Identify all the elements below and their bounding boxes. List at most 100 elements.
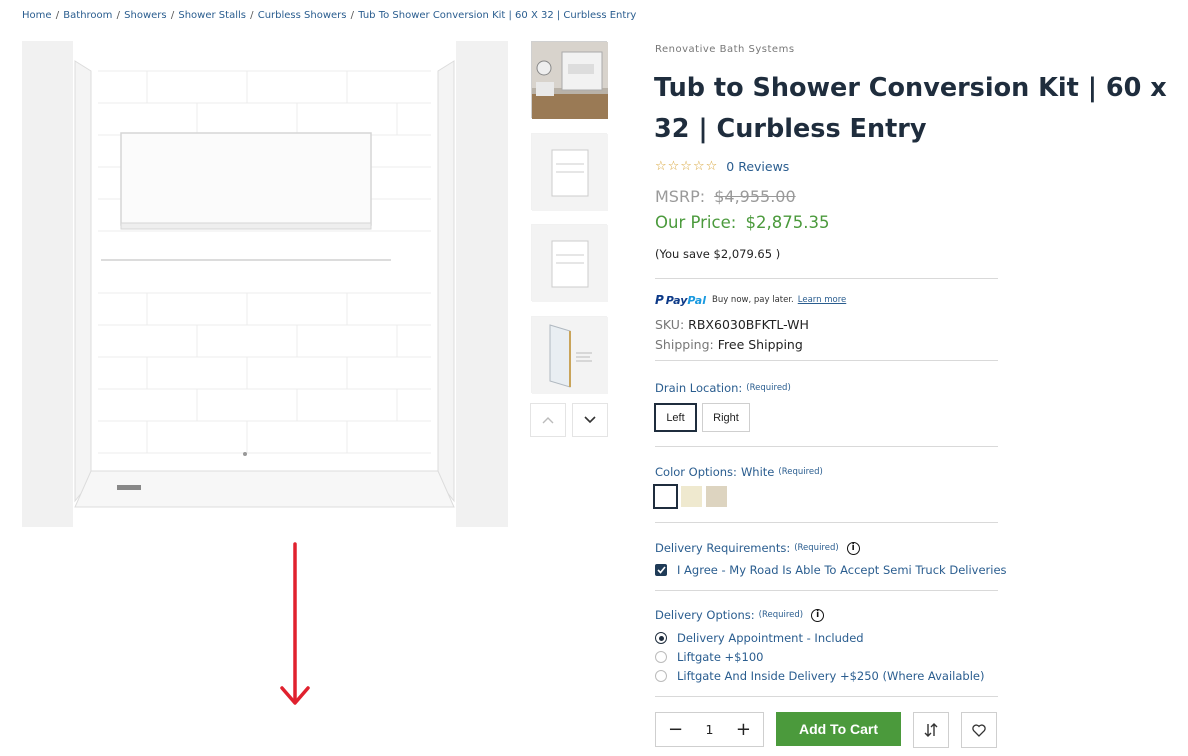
color-swatch-white[interactable] (653, 484, 678, 509)
price-value: $2,875.35 (745, 213, 830, 232)
color-swatch-almond[interactable] (706, 486, 727, 507)
quantity-decrease-button[interactable]: − (668, 720, 683, 739)
price-label: Our Price: (655, 213, 737, 232)
compare-button[interactable] (913, 712, 949, 748)
red-down-arrow-icon (280, 542, 310, 705)
breadcrumb-bathroom[interactable]: Bathroom (63, 10, 112, 21)
required-tag: (Required) (778, 467, 823, 477)
thumbnail-shower-front (532, 134, 608, 211)
delivery-option-liftgate-inside[interactable]: Liftgate And Inside Delivery +$250 (Wher… (655, 669, 984, 683)
breadcrumb-separator: / (250, 10, 254, 21)
agreement-checkbox[interactable] (655, 564, 667, 576)
shipping-row: Shipping: Free Shipping (655, 337, 803, 352)
color-swatch-biscuit[interactable] (681, 486, 702, 507)
sku-value: RBX6030BFKTL-WH (688, 317, 809, 332)
color-options-label: Color Options: White (Required) (655, 465, 823, 479)
brand-name[interactable]: Renovative Bath Systems (655, 44, 795, 55)
shower-kit-image (73, 41, 456, 527)
msrp-value: $4,955.00 (714, 187, 796, 206)
quantity-increase-button[interactable]: + (736, 720, 751, 739)
color-selected-name: White (740, 465, 775, 479)
thumbnail-1[interactable] (531, 41, 608, 119)
divider (655, 446, 998, 447)
required-tag: (Required) (746, 383, 791, 393)
msrp-label: MSRP: (655, 187, 706, 206)
delivery-option-appointment[interactable]: Delivery Appointment - Included (655, 631, 864, 645)
shipping-value: Free Shipping (717, 337, 803, 352)
radio-button[interactable] (655, 632, 667, 644)
add-to-cart-button[interactable]: Add To Cart (776, 712, 901, 746)
savings-text: (You save $2,079.65 ) (655, 247, 781, 261)
delivery-option-liftgate[interactable]: Liftgate +$100 (655, 650, 763, 664)
quantity-stepper: − 1 + (655, 712, 764, 747)
breadcrumb-curbless-showers[interactable]: Curbless Showers (258, 10, 347, 21)
delivery-option-label: Delivery Appointment - Included (677, 631, 864, 645)
required-tag: (Required) (758, 610, 804, 620)
sku-row: SKU: RBX6030BFKTL-WH (655, 317, 809, 332)
required-tag: (Required) (794, 543, 839, 553)
breadcrumb-separator: / (116, 10, 120, 21)
divider (655, 590, 998, 591)
breadcrumb-separator: / (170, 10, 175, 21)
quantity-value[interactable]: 1 (706, 722, 714, 737)
divider (655, 360, 998, 361)
divider (655, 696, 998, 697)
delivery-agreement-row[interactable]: I Agree - My Road Is Able To Accept Semi… (655, 563, 1007, 577)
thumbnail-shower-front-alt (532, 225, 608, 302)
drain-location-title: Drain Location: (655, 381, 743, 395)
breadcrumb-separator: / (55, 10, 60, 21)
star-rating-icon: ☆☆☆☆☆ (655, 159, 719, 174)
msrp: MSRP: $4,955.00 (655, 187, 796, 206)
breadcrumb-current-product[interactable]: Tub To Shower Conversion Kit | 60 X 32 |… (358, 10, 636, 21)
color-options-title: Color Options: (655, 465, 737, 479)
our-price: Our Price: $2,875.35 (655, 213, 830, 232)
breadcrumb-shower-stalls[interactable]: Shower Stalls (178, 10, 246, 21)
drain-left-button[interactable]: Left (654, 403, 697, 432)
divider (655, 278, 998, 279)
radio-button[interactable] (655, 651, 667, 663)
breadcrumb-showers[interactable]: Showers (124, 10, 166, 21)
chevron-down-icon (584, 416, 596, 424)
delivery-option-label: Liftgate And Inside Delivery +$250 (Wher… (677, 669, 985, 683)
delivery-requirements-label: Delivery Requirements: (Required) i (655, 541, 860, 555)
thumbnail-4[interactable] (531, 316, 608, 394)
product-title: Tub to Shower Conversion Kit | 60 x 32 |… (654, 73, 1167, 144)
divider (655, 522, 998, 523)
compare-icon (924, 723, 938, 737)
delivery-options-label: Delivery Options: (Required) i (655, 608, 825, 622)
info-icon[interactable]: i (811, 608, 825, 622)
delivery-option-label: Liftgate +$100 (677, 650, 764, 664)
paypal-logo-pay: Pay (665, 293, 688, 307)
drain-location-label: Drain Location: (Required) (655, 381, 791, 395)
shipping-label: Shipping: (655, 337, 714, 352)
chevron-up-icon (542, 417, 554, 424)
checkmark-icon (656, 566, 666, 574)
breadcrumb-separator: / (350, 10, 355, 21)
delivery-requirements-title: Delivery Requirements: (655, 541, 791, 555)
paypal-learn-more-link[interactable]: Learn more (798, 295, 846, 305)
drain-right-button[interactable]: Right (702, 403, 750, 432)
rating: ☆☆☆☆☆ 0 Reviews (655, 159, 789, 174)
paypal-logo-pal: Pal (687, 293, 706, 307)
breadcrumb-home[interactable]: Home (22, 10, 52, 21)
paypal-logo-text: PayPal (666, 294, 706, 307)
wishlist-button[interactable] (961, 712, 997, 748)
thumbnail-bathroom-photo (532, 42, 608, 119)
thumbnail-scroll-down-button[interactable] (572, 403, 608, 437)
paypal-banner: P PayPal Buy now, pay later. Learn more (655, 293, 846, 307)
paypal-text: Buy now, pay later. (711, 295, 794, 305)
info-icon[interactable]: i (846, 541, 860, 555)
thumbnail-3[interactable] (531, 224, 608, 302)
heart-icon (972, 723, 986, 737)
radio-button[interactable] (655, 670, 667, 682)
reviews-link[interactable]: 0 Reviews (726, 159, 789, 174)
sku-label: SKU: (655, 317, 685, 332)
shower-illustration (73, 41, 456, 527)
agreement-text: I Agree - My Road Is Able To Accept Semi… (677, 563, 1007, 577)
thumbnail-2[interactable] (531, 133, 608, 211)
breadcrumb: Home / Bathroom / Showers / Shower Stall… (22, 10, 636, 21)
thumbnail-side-profile (532, 317, 608, 394)
paypal-logo-icon: P (655, 293, 664, 307)
thumbnail-scroll-up-button[interactable] (530, 403, 566, 437)
main-product-image[interactable] (22, 41, 508, 527)
